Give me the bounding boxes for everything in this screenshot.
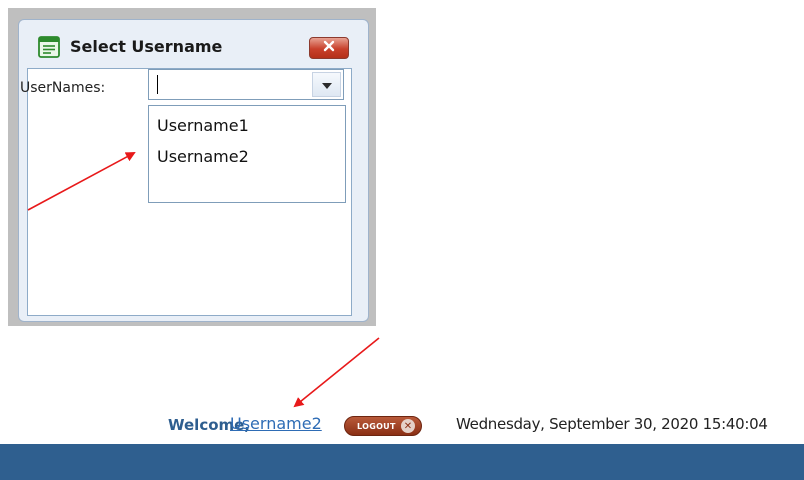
usernames-dropdown-list: Username1 Username2 — [148, 105, 346, 203]
close-icon — [323, 39, 335, 57]
close-icon: ✕ — [401, 419, 415, 433]
username-link[interactable]: Username2 — [230, 414, 322, 433]
dropdown-option-username1[interactable]: Username1 — [157, 116, 249, 135]
annotation-arrow — [293, 337, 380, 408]
usernames-label: UserNames: — [20, 80, 106, 96]
form-icon — [37, 35, 61, 59]
dropdown-option-username2[interactable]: Username2 — [157, 147, 249, 166]
datetime-display: Wednesday, September 30, 2020 15:40:04 — [456, 415, 768, 433]
usernames-combobox[interactable] — [148, 69, 344, 100]
dialog-title: Select Username — [70, 37, 223, 56]
text-caret — [157, 75, 158, 94]
close-button[interactable] — [309, 37, 349, 59]
chevron-down-icon — [321, 76, 332, 94]
logout-label: LOGOUT — [357, 421, 396, 431]
header-bar — [0, 444, 804, 480]
dropdown-button[interactable] — [312, 72, 341, 97]
logout-button[interactable]: LOGOUT ✕ — [344, 416, 422, 436]
